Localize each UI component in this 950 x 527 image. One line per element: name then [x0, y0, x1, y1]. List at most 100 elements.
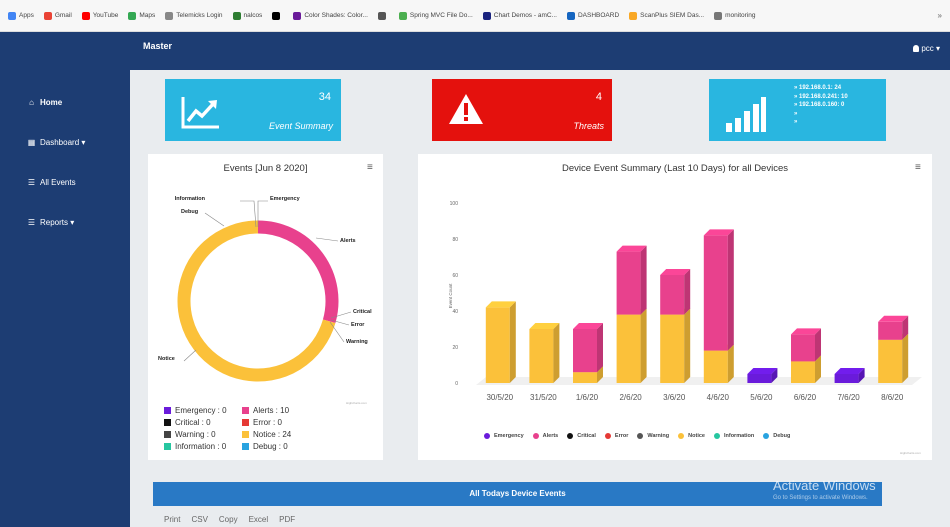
top-navbar: Master pcc ▾: [0, 32, 950, 70]
legend-item[interactable]: Information: [713, 433, 754, 439]
bar-segment-notice[interactable]: [878, 333, 909, 383]
legend-swatch: [164, 443, 171, 450]
donut-slice-alerts[interactable]: [257, 220, 339, 324]
legend-dot: [713, 433, 720, 439]
events-donut-chart: Emergency Alerts Critical Error Warning Notic…: [158, 196, 372, 382]
legend-item[interactable]: Alerts: [532, 433, 558, 439]
threats-label: Threats: [573, 121, 604, 131]
legend-item[interactable]: Debug: [763, 433, 790, 439]
bookmark-icon: [714, 11, 723, 20]
bookmark-icon: [377, 11, 386, 20]
bookmark-icon: [272, 11, 281, 20]
bar-segment-alerts[interactable]: [703, 229, 734, 351]
sidebar-item-home[interactable]: ⌂ Home: [0, 82, 130, 122]
x-tick-label: 7/6/20: [837, 393, 860, 402]
bookmark-item[interactable]: DASHBOARD: [566, 11, 619, 20]
legend-item[interactable]: Critical : 0: [164, 418, 242, 427]
bar-segment-notice[interactable]: [529, 323, 560, 383]
threats-tile[interactable]: 4 Threats: [432, 79, 612, 141]
legend-item[interactable]: Emergency: [484, 433, 524, 439]
sidebar: ⌂ Home ▦ Dashboard ▾ ☰ All Events ☰ Repo…: [0, 70, 130, 527]
legend-label: Critical: [577, 433, 596, 439]
bar-segment-emergency[interactable]: [747, 368, 778, 383]
bookmark-item[interactable]: Spring MVC File Do...: [398, 11, 473, 20]
bookmark-label: Spring MVC File Do...: [409, 12, 473, 19]
bookmarks-overflow-button[interactable]: »: [938, 11, 942, 20]
donut-label-notice: Notice: [158, 356, 175, 362]
bookmark-item[interactable]: Apps: [8, 11, 34, 20]
bar-segment-emergency[interactable]: [834, 368, 865, 383]
pdf-button[interactable]: PDF: [279, 515, 295, 524]
bookmark-item[interactable]: Gmail: [43, 11, 72, 20]
y-tick-label: 100: [450, 201, 459, 207]
legend-item[interactable]: Information : 0: [164, 442, 242, 451]
bar-segment-alerts[interactable]: [791, 328, 821, 362]
donut-label-error: Error: [351, 322, 365, 328]
bookmark-icon: [566, 11, 575, 20]
legend-item[interactable]: Notice: [678, 433, 705, 439]
bar-segment-notice[interactable]: [660, 308, 691, 383]
copy-button[interactable]: Copy: [219, 515, 238, 524]
bar-segment-alerts[interactable]: [660, 269, 691, 315]
event-summary-tile[interactable]: 34 Event Summary: [165, 79, 341, 141]
sidebar-item-reports[interactable]: ☰ Reports ▾: [0, 202, 130, 242]
user-menu[interactable]: pcc ▾: [913, 44, 940, 53]
legend-swatch: [242, 407, 249, 414]
bar-segment-alerts[interactable]: [878, 315, 909, 340]
x-tick-label: 6/6/20: [794, 393, 817, 402]
bookmark-item[interactable]: nalcos: [232, 11, 262, 20]
legend-dot: [637, 433, 644, 439]
sidebar-item-dashboard[interactable]: ▦ Dashboard ▾: [0, 122, 130, 162]
legend-item[interactable]: Notice : 24: [242, 430, 322, 439]
donut-label-debug: Debug: [181, 209, 198, 215]
threat-count: 4: [595, 91, 602, 103]
donut-legend: Emergency : 0 Alerts : 10 Critical : 0 Erro…: [164, 406, 322, 451]
bookmark-item[interactable]: Chart Demos - amC...: [482, 11, 557, 20]
bookmark-item[interactable]: YouTube: [81, 11, 118, 20]
bar-segment-notice[interactable]: [616, 308, 647, 383]
bookmark-icon: [629, 11, 638, 20]
legend-label: Emergency : 0: [175, 406, 227, 415]
brand-title[interactable]: Master: [143, 41, 172, 51]
legend-item[interactable]: Warning : 0: [164, 430, 242, 439]
csv-button[interactable]: CSV: [191, 515, 207, 524]
bookmark-item[interactable]: ScanPlus SIEM Das...: [629, 11, 704, 20]
warning-icon: [449, 94, 483, 124]
legend-item[interactable]: Emergency : 0: [164, 406, 242, 415]
legend-label: Critical : 0: [175, 418, 211, 427]
bookmark-icon: [43, 11, 52, 20]
bookmark-label: Telemicks Login: [176, 12, 223, 19]
home-icon: ⌂: [29, 97, 34, 107]
user-icon: [913, 45, 920, 52]
legend-item[interactable]: Debug : 0: [242, 442, 322, 451]
dashboard-icon: ▦: [27, 137, 36, 147]
legend-swatch: [242, 443, 249, 450]
legend-label: Emergency: [494, 433, 524, 439]
legend-item[interactable]: Critical: [567, 433, 596, 439]
legend-item[interactable]: Error: [604, 433, 628, 439]
excel-button[interactable]: Excel: [249, 515, 269, 524]
bar-segment-notice[interactable]: [485, 301, 516, 383]
bookmark-item[interactable]: Color Shades: Color...: [293, 11, 368, 20]
bookmark-item[interactable]: [272, 11, 283, 20]
sidebar-item-all-events[interactable]: ☰ All Events: [0, 162, 130, 202]
donut-label-emergency: Emergency: [270, 196, 301, 202]
legend-item[interactable]: Warning: [637, 433, 669, 439]
legend-item[interactable]: Error : 0: [242, 418, 322, 427]
x-tick-label: 30/5/20: [486, 393, 513, 402]
print-button[interactable]: Print: [164, 515, 180, 524]
bookmark-item[interactable]: Maps: [128, 11, 155, 20]
legend-item[interactable]: Alerts : 10: [242, 406, 322, 415]
list-icon: ☰: [27, 177, 36, 187]
bookmark-item[interactable]: monitoring: [714, 11, 755, 20]
bookmark-icon: [81, 11, 90, 20]
bookmark-icon: [165, 11, 174, 20]
devices-tile[interactable]: » 192.168.0.1: 24 » 192.168.0.241: 10 » …: [709, 79, 886, 141]
bookmark-item[interactable]: Telemicks Login: [165, 11, 223, 20]
bar-segment-alerts[interactable]: [573, 323, 603, 373]
donut-label-alerts: Alerts: [340, 238, 356, 244]
device-ip-line: »: [794, 110, 798, 117]
x-tick-label: 1/6/20: [576, 393, 599, 402]
bookmark-item[interactable]: [377, 11, 389, 20]
bar-segment-alerts[interactable]: [616, 245, 647, 315]
